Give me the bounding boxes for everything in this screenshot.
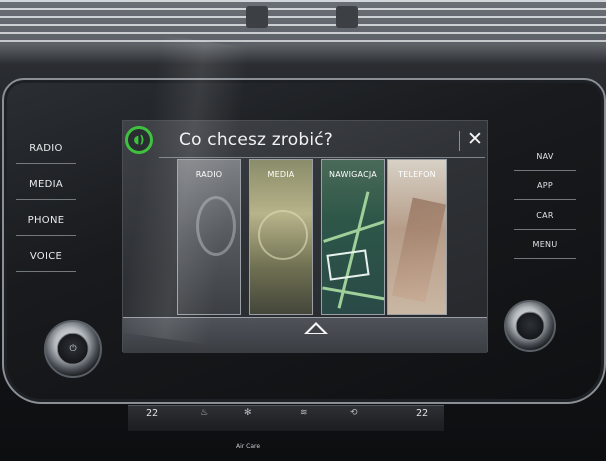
media-disc-graphic xyxy=(258,210,308,260)
temp-right: 22 xyxy=(416,408,429,419)
tile-phone[interactable]: TELEFON xyxy=(387,159,447,315)
expand-up-icon[interactable] xyxy=(304,322,328,334)
temp-left: 22 xyxy=(146,408,159,419)
nav-button[interactable]: NAV xyxy=(514,152,576,171)
air-vent xyxy=(0,0,606,44)
vent-control xyxy=(246,6,268,28)
map-block xyxy=(326,249,370,281)
fan-icon[interactable]: ✻ xyxy=(244,408,252,418)
bottom-bar xyxy=(123,317,487,353)
phone-graphic xyxy=(391,197,446,303)
car-button[interactable]: CAR xyxy=(514,211,576,230)
tile-label: MEDIA xyxy=(267,170,295,179)
dialog-title: Co chcesz zrobić? xyxy=(179,130,334,150)
header-underline xyxy=(159,157,485,158)
voice-dialog-header: ◖) Co chcesz zrobić? ✕ xyxy=(123,121,487,159)
tile-radio[interactable]: RADIO xyxy=(177,159,241,315)
recirculation-icon[interactable]: ⟲ xyxy=(350,408,358,418)
voice-button[interactable]: VOICE xyxy=(16,251,76,272)
car-dashboard: RADIO MEDIA PHONE VOICE NAV APP CAR MENU… xyxy=(0,0,606,461)
media-button[interactable]: MEDIA xyxy=(16,179,76,200)
air-care-label: Air Care xyxy=(236,443,261,450)
volume-knob[interactable]: ⏻ xyxy=(44,320,102,378)
phone-button[interactable]: PHONE xyxy=(16,215,76,236)
map-road xyxy=(322,286,384,301)
radio-button[interactable]: RADIO xyxy=(16,143,76,164)
tile-label: TELEFON xyxy=(398,170,436,179)
close-button[interactable]: ✕ xyxy=(463,127,487,151)
seat-heat-icon[interactable]: ♨ xyxy=(200,408,208,418)
tuning-knob[interactable] xyxy=(504,300,556,352)
tile-media[interactable]: MEDIA xyxy=(249,159,313,315)
app-button[interactable]: APP xyxy=(514,181,576,200)
touchscreen: ◖) Co chcesz zrobić? ✕ RADIO MEDIA NAWIG… xyxy=(122,120,488,353)
header-divider xyxy=(459,131,460,151)
speech-icon: ◖) xyxy=(133,133,145,147)
vent-control xyxy=(336,6,358,28)
tile-label: RADIO xyxy=(195,170,223,179)
defrost-icon[interactable]: ≋ xyxy=(300,408,308,418)
menu-button[interactable]: MENU xyxy=(514,240,576,259)
tile-label: NAWIGACJA xyxy=(329,170,377,179)
voice-control-icon[interactable]: ◖) xyxy=(125,126,153,154)
climate-panel xyxy=(128,405,444,431)
knob-cap xyxy=(515,311,545,341)
power-icon: ⏻ xyxy=(69,344,77,354)
tile-navigation[interactable]: NAWIGACJA xyxy=(321,159,385,315)
radio-dial-graphic xyxy=(196,196,236,256)
